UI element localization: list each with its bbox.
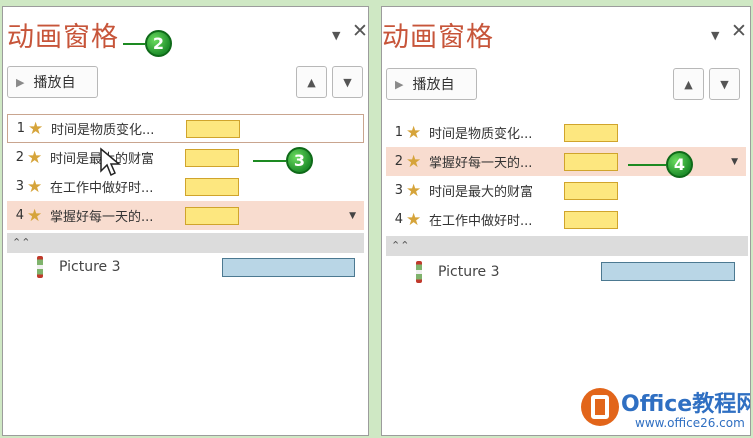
callout-badge: 2 [145,30,172,57]
timing-bar[interactable] [185,177,239,196]
callout-badge: 4 [666,151,693,178]
item-number: 3 [394,183,403,198]
item-dropdown-icon[interactable]: ▼ [349,211,356,221]
arrow-down-icon: ▼ [720,77,729,91]
timing-bar[interactable] [564,210,618,229]
star-icon: ★ [406,122,422,143]
star-icon: ★ [406,209,422,230]
item-number: 1 [16,121,25,136]
star-icon: ★ [28,118,44,139]
chevron-up-double-icon: ⌃⌃ [391,239,410,252]
item-number: 4 [15,208,24,223]
watermark-url: www.office26.com [635,416,745,430]
collapse-bar[interactable]: ⌃⌃ [386,236,748,256]
item-number: 1 [394,125,403,140]
star-icon: ★ [406,180,422,201]
star-icon: ★ [27,205,43,226]
play-from-label: 播放自 [33,75,76,91]
collapse-bar[interactable]: ⌃⌃ [7,233,364,253]
timing-bar[interactable] [185,206,239,225]
animation-item-1[interactable]: 1 ★ 时间是物质变化... [7,114,364,143]
animation-pane-left: 动画窗格 2 ▼ ✕ ▶ 播放自 ▲ ▼ 1 ★ 时间是物质变化... 2 ★ … [2,6,369,436]
play-icon: ▶ [395,77,404,91]
item-name: 在工作中做好时... [50,181,154,196]
close-icon[interactable]: ✕ [731,21,747,41]
star-icon: ★ [27,176,43,197]
animation-item-1[interactable]: 1 ★ 时间是物质变化... [386,118,746,147]
timing-bar[interactable] [564,181,618,200]
picture-object-icon [416,261,422,283]
animation-pane-right: 动画窗格 ▼ ✕ ▶ 播放自 ▲ ▼ 1 ★ 时间是物质变化... 2 ★ 掌握… [381,6,751,436]
picture-item[interactable]: Picture 3 [386,258,500,286]
item-name: 时间是物质变化... [51,123,155,138]
office-logo-icon [581,388,619,426]
item-number: 3 [15,179,24,194]
play-from-button[interactable]: ▶ 播放自 [7,66,98,98]
item-dropdown-icon[interactable]: ▼ [731,157,738,167]
item-number: 2 [394,154,403,169]
caret-down-icon[interactable]: ▼ [711,29,719,42]
item-number: 2 [15,150,24,165]
timing-bar[interactable] [564,123,618,142]
move-down-button[interactable]: ▼ [332,66,363,98]
move-down-button[interactable]: ▼ [709,68,740,100]
callout-2: 2 [123,30,172,57]
close-icon[interactable]: ✕ [352,21,368,41]
watermark-brand: Office教程网 [621,392,751,417]
star-icon: ★ [27,147,43,168]
pane-title: 动画窗格 [382,22,494,53]
picture-object-icon [37,256,43,278]
arrow-up-icon: ▲ [307,75,316,89]
play-from-label: 播放自 [412,77,455,93]
hand-cursor-icon [100,147,122,177]
animation-item-3[interactable]: 3 ★ 时间是最大的财富 [386,176,746,205]
item-name: 掌握好每一天的... [429,156,533,171]
item-name: 时间是物质变化... [429,127,533,142]
chevron-up-double-icon: ⌃⌃ [12,236,31,249]
arrow-down-icon: ▼ [343,75,352,89]
star-icon: ★ [406,151,422,172]
play-icon: ▶ [16,75,25,89]
item-number: 4 [394,212,403,227]
item-name: 掌握好每一天的... [50,210,154,225]
item-name: 时间是最大的财富 [429,185,534,200]
picture-timing-bar[interactable] [222,258,355,277]
item-name: 在工作中做好时... [429,214,533,229]
move-up-button[interactable]: ▲ [296,66,327,98]
pane-title: 动画窗格 [7,22,119,53]
arrow-up-icon: ▲ [684,77,693,91]
watermark: Office教程网 www.office26.com [575,380,750,435]
move-up-button[interactable]: ▲ [673,68,704,100]
picture-item[interactable]: Picture 3 [7,253,121,281]
animation-item-3[interactable]: 3 ★ 在工作中做好时... [7,172,364,201]
callout-badge: 3 [286,147,313,174]
caret-down-icon[interactable]: ▼ [332,29,340,42]
play-from-button[interactable]: ▶ 播放自 [386,68,477,100]
callout-4: 4 [628,151,693,178]
picture-label: Picture 3 [59,259,121,275]
animation-item-4[interactable]: 4 ★ 掌握好每一天的... ▼ [7,201,364,230]
timing-bar[interactable] [564,152,618,171]
animation-item-4[interactable]: 4 ★ 在工作中做好时... [386,205,746,234]
callout-3: 3 [253,147,313,174]
picture-timing-bar[interactable] [601,262,735,281]
timing-bar[interactable] [185,148,239,167]
picture-label: Picture 3 [438,264,500,280]
timing-bar[interactable] [186,119,240,138]
